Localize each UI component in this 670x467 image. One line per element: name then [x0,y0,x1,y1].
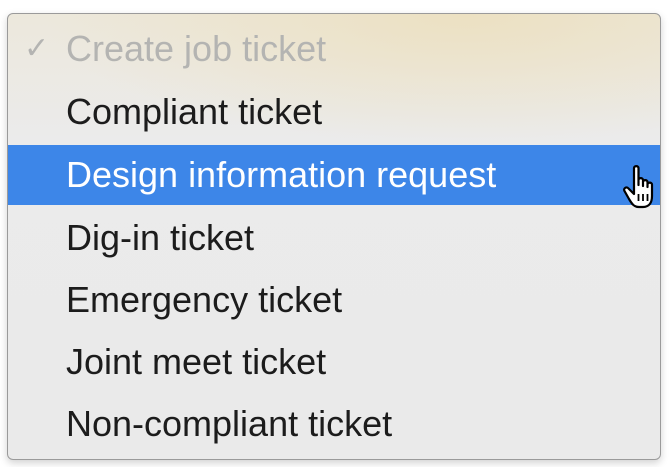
menu-item-label: Design information request [66,154,497,195]
checkmark-icon: ✓ [24,32,50,65]
menu-item-joint-meet-ticket[interactable]: Joint meet ticket [8,332,660,392]
menu-item-dig-in-ticket[interactable]: Dig-in ticket [8,208,660,268]
menu-item-emergency-ticket[interactable]: Emergency ticket [8,270,660,330]
menu-item-label: Dig-in ticket [66,217,255,258]
menu-item-create-job-ticket: ✓ Create job ticket [8,19,660,79]
pointing-hand-cursor-icon [623,165,654,209]
menu-item-compliant-ticket[interactable]: Compliant ticket [8,82,660,142]
menu-item-non-compliant-ticket[interactable]: Non-compliant ticket [8,394,660,454]
dropdown-menu: ✓ Create job ticket Compliant ticket Des… [7,13,661,460]
menu-item-label: Compliant ticket [66,91,323,132]
menu-item-design-information-request[interactable]: Design information request [8,145,660,205]
menu-item-label: Non-compliant ticket [66,403,393,444]
menu-item-label: Create job ticket [66,28,327,69]
menu-item-label: Emergency ticket [66,279,343,320]
menu-item-label: Joint meet ticket [66,341,327,382]
